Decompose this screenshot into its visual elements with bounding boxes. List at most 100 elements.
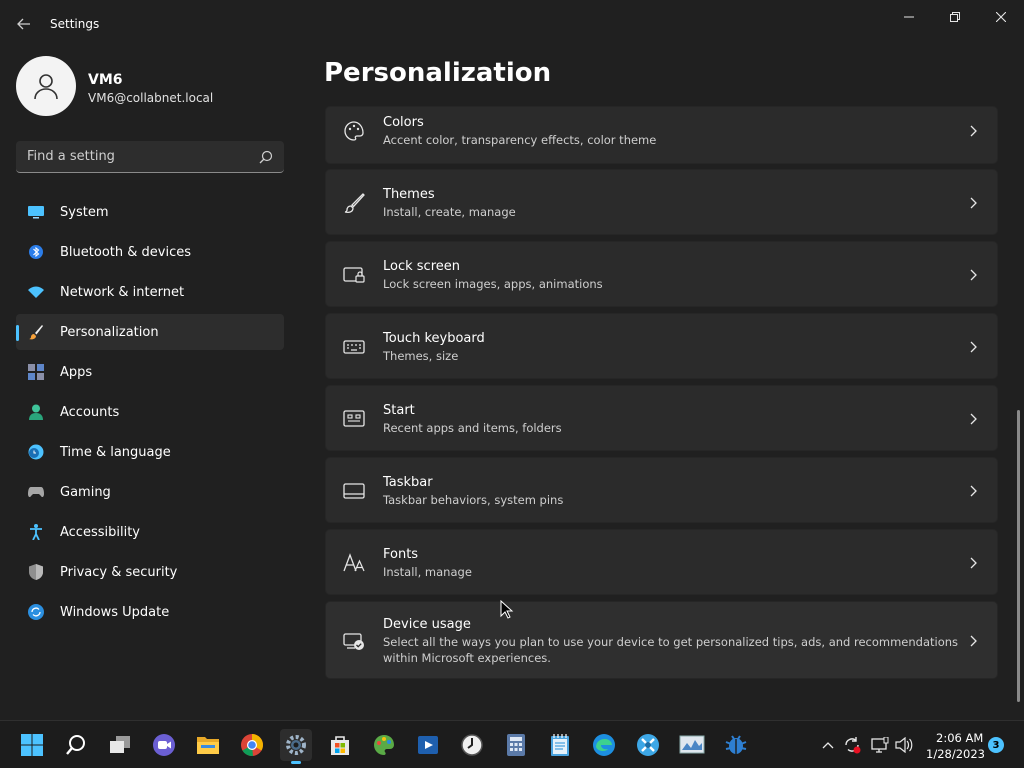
taskbar-paint-button[interactable] [368,729,400,761]
taskbar-file-explorer-button[interactable] [192,729,224,761]
taskbar-clock-app-button[interactable] [456,729,488,761]
update-icon [28,604,44,620]
user-profile[interactable]: VM6 VM6@collabnet.local [16,56,286,118]
tray-network-button[interactable] [870,735,890,755]
taskbar-bug-app-button[interactable] [720,729,752,761]
sidebar-item-gaming[interactable]: Gaming [16,474,284,510]
minimize-button[interactable] [886,4,932,30]
taskbar-chrome-button[interactable] [236,729,268,761]
chevron-right-icon [970,197,977,209]
scrollbar[interactable] [1017,410,1020,702]
windows-start-icon [21,734,43,756]
tray-overflow-button[interactable] [818,735,838,755]
paint-icon [374,735,394,755]
sidebar-item-windows-update[interactable]: Windows Update [16,594,284,630]
chevron-right-icon [970,269,977,281]
taskbar-teams-chat-button[interactable] [148,729,180,761]
taskbar-media-button[interactable] [412,729,444,761]
search-icon [66,735,85,755]
restore-button[interactable] [932,4,978,30]
close-button[interactable] [978,4,1024,30]
bluetooth-icon [28,244,44,260]
back-arrow-icon [17,18,30,30]
sidebar-item-time-language[interactable]: Time & language [16,434,284,470]
avatar [16,56,76,116]
taskbar-notepad-button[interactable] [544,729,576,761]
card-device-usage[interactable]: Device usage Select all the ways you pla… [325,601,998,679]
card-start[interactable]: Start Recent apps and items, folders [325,385,998,451]
settings-icon [286,735,306,755]
notification-badge[interactable]: 3 [988,737,1004,753]
sidebar-item-bluetooth[interactable]: Bluetooth & devices [16,234,284,270]
card-description: Lock screen images, apps, animations [383,277,603,291]
keyboard-icon [342,335,366,359]
store-icon [331,736,349,755]
sidebar-item-privacy[interactable]: Privacy & security [16,554,284,590]
volume-icon [895,737,913,753]
sidebar-item-personalization[interactable]: Personalization [16,314,284,350]
file-explorer-icon [197,737,219,754]
taskbar-store-button[interactable] [324,729,356,761]
brush-icon [28,324,44,340]
card-description: Install, create, manage [383,205,516,219]
sidebar-item-network[interactable]: Network & internet [16,274,284,310]
taskbar-tool-button[interactable] [632,729,664,761]
restore-icon [950,12,960,22]
chevron-right-icon [970,635,977,647]
card-fonts[interactable]: Fonts Install, manage [325,529,998,595]
person-icon [34,74,58,100]
tray-volume-button[interactable] [894,735,914,755]
taskbar-calculator-button[interactable] [500,729,532,761]
card-title: Taskbar [383,475,433,490]
card-title: Lock screen [383,259,460,274]
card-description: Select all the ways you plan to use your… [383,635,959,665]
sidebar-item-label: Accounts [60,405,120,420]
chevron-right-icon [970,485,977,497]
taskbar-monitor-app-button[interactable] [676,729,708,761]
sidebar-item-label: Network & internet [60,285,185,300]
search-input[interactable]: Find a setting [16,141,284,173]
sidebar-item-system[interactable]: System [16,194,284,230]
card-themes[interactable]: Themes Install, create, manage [325,169,998,235]
tray-sync-button[interactable] [842,735,862,755]
taskbar-settings-button[interactable] [280,729,312,764]
taskbar-start-button[interactable] [16,729,48,761]
shield-icon [28,564,44,580]
page-title: Personalization [324,58,552,88]
card-description: Themes, size [383,349,459,363]
taskbar-time[interactable]: 2:06 AM [936,731,983,745]
taskbar-date[interactable]: 1/28/2023 [926,747,985,761]
card-lock-screen[interactable]: Lock screen Lock screen images, apps, an… [325,241,998,307]
card-colors[interactable]: Colors Accent color, transparency effect… [325,106,998,164]
card-taskbar[interactable]: Taskbar Taskbar behaviors, system pins [325,457,998,523]
sidebar-item-label: Personalization [60,325,159,340]
brush-icon [342,191,366,215]
card-touch-keyboard[interactable]: Touch keyboard Themes, size [325,313,998,379]
bug-icon [725,735,747,754]
user-name: VM6 [88,72,123,88]
user-email: VM6@collabnet.local [88,91,214,105]
taskbar-edge-button[interactable] [588,729,620,761]
gamepad-icon [28,484,44,500]
back-button[interactable] [10,12,38,36]
monitor-app-icon [679,735,705,754]
sidebar-item-accounts[interactable]: Accounts [16,394,284,430]
sidebar-item-apps[interactable]: Apps [16,354,284,390]
taskbar: 2:06 AM 1/28/2023 3 [0,720,1024,768]
card-description: Taskbar behaviors, system pins [383,493,564,507]
sidebar-item-label: Privacy & security [60,565,178,580]
title-bar: Settings [0,0,1024,48]
clock-globe-icon [28,444,44,460]
card-title: Fonts [383,547,419,562]
search-icon [259,150,273,164]
sidebar-item-accessibility[interactable]: Accessibility [16,514,284,550]
clock-app-icon [461,734,483,756]
taskbar-task-view-button[interactable] [104,729,136,761]
close-icon [996,12,1006,22]
taskbar-search-button[interactable] [60,729,92,761]
chrome-icon [241,734,263,757]
monitor-icon [28,204,44,220]
chevron-right-icon [970,413,977,425]
lock-screen-icon [342,263,366,287]
palette-icon [342,119,366,143]
